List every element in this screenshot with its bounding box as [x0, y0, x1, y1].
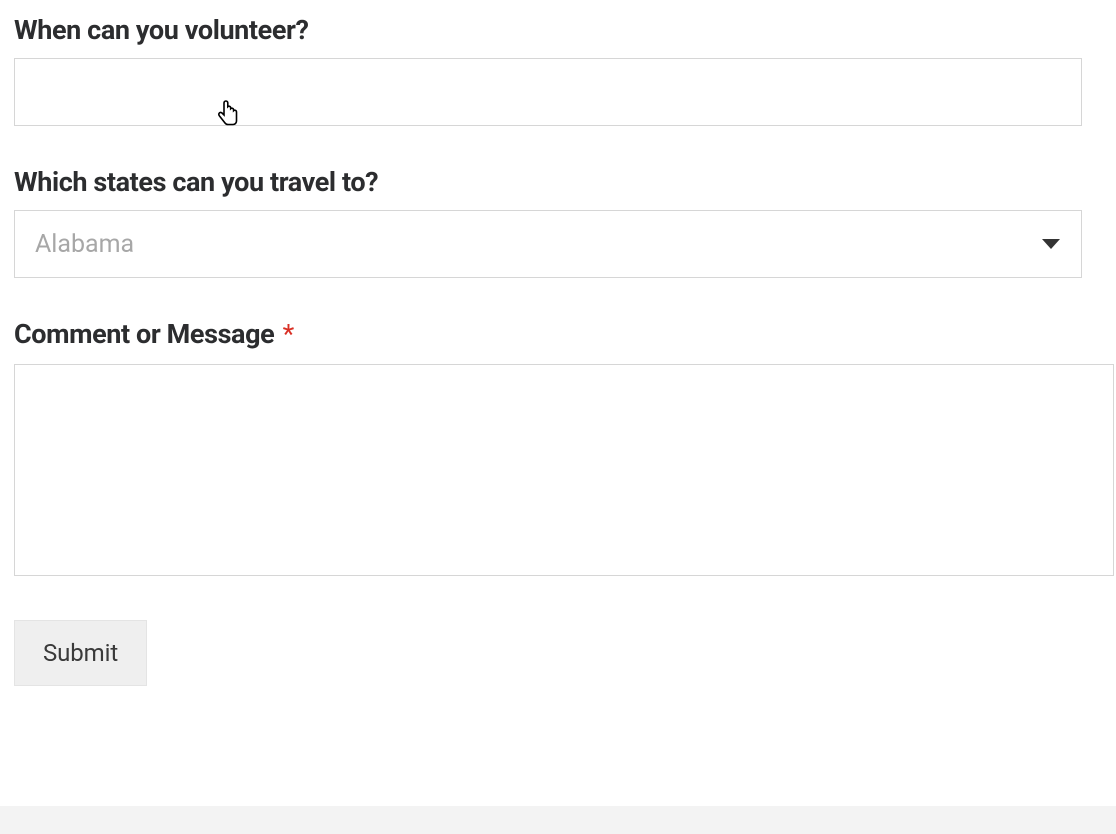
required-mark: * — [283, 318, 294, 350]
volunteer-time-input[interactable] — [14, 58, 1082, 126]
states-select-wrap: Alabama — [14, 210, 1082, 278]
field-volunteer-time: When can you volunteer? — [14, 14, 1102, 126]
volunteer-time-label: When can you volunteer? — [14, 14, 1102, 46]
field-states: Which states can you travel to? Alabama — [14, 166, 1102, 278]
states-select[interactable]: Alabama — [14, 210, 1082, 278]
comment-label-text: Comment or Message — [14, 318, 274, 350]
volunteer-form: When can you volunteer? Which states can… — [0, 0, 1116, 686]
comment-label: Comment or Message * — [14, 318, 1102, 350]
states-label: Which states can you travel to? — [14, 166, 1102, 198]
page-footer-band — [0, 806, 1116, 834]
comment-textarea[interactable] — [14, 364, 1114, 576]
field-comment: Comment or Message * — [14, 318, 1102, 580]
submit-button[interactable]: Submit — [14, 620, 147, 686]
